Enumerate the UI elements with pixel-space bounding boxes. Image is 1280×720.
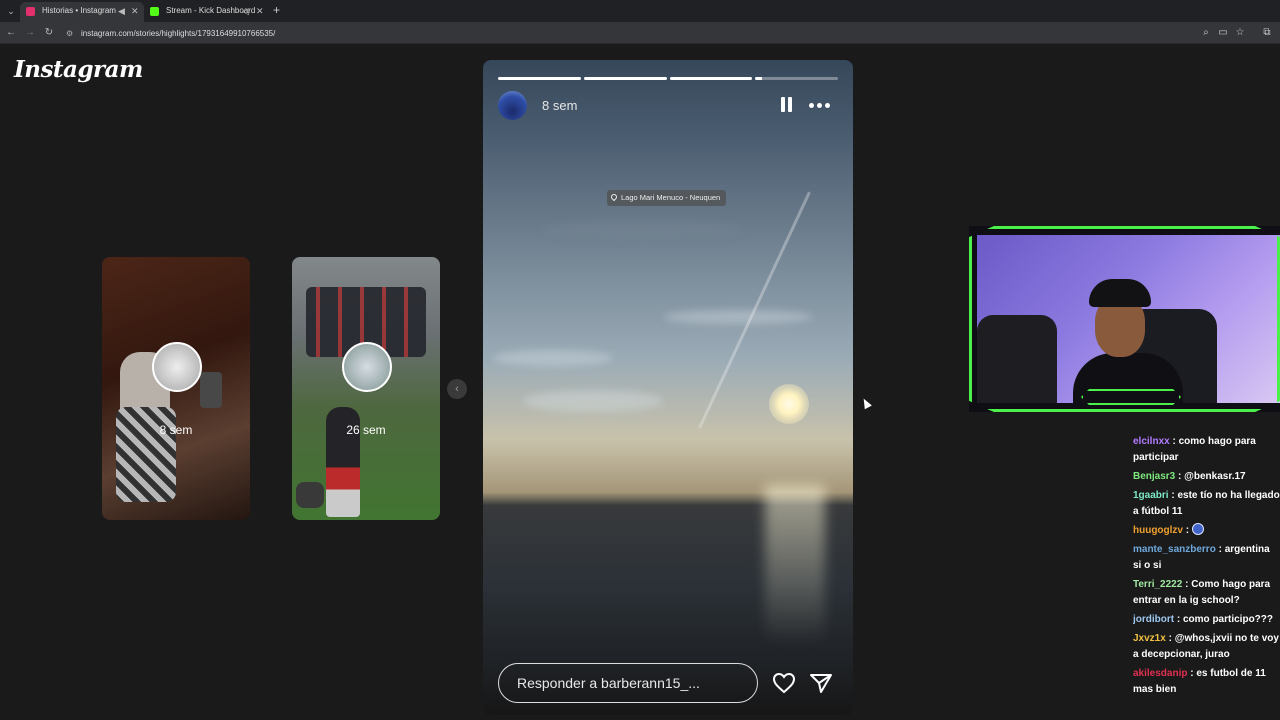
chat-username[interactable]: Jxvz1x xyxy=(1133,633,1166,644)
muted-speaker-icon[interactable]: ◁ xyxy=(242,2,249,20)
tab-instagram[interactable]: Historias • Instagram ◀︎ ✕ xyxy=(20,2,144,22)
chat-message: Benjasr3 : @benkasr.17 xyxy=(1133,471,1246,482)
story-thumbnail[interactable]: 26 sem xyxy=(292,257,440,520)
tab-search-button[interactable]: ⌄ xyxy=(4,4,18,18)
location-label: Lago Mari Menuco - Neuquen xyxy=(621,193,721,202)
story-viewer[interactable]: 8 sem Lago Mari Menuco - Neuquen Respond… xyxy=(483,60,853,715)
webcam-badge xyxy=(1081,389,1181,405)
cloud-graphic xyxy=(543,220,743,240)
like-heart-icon[interactable] xyxy=(772,671,796,695)
reply-input[interactable]: Responder a barberann15_... xyxy=(498,663,758,703)
speaker-icon[interactable]: ◀︎ xyxy=(118,2,125,20)
dot xyxy=(809,103,814,108)
webcam-overlay xyxy=(969,226,1280,412)
site-info-icon[interactable]: ⚙ xyxy=(66,26,75,41)
story-time: 8 sem xyxy=(542,98,578,113)
close-tab-icon[interactable]: ✕ xyxy=(131,2,139,20)
chat-username[interactable]: 1gaabri xyxy=(1133,490,1169,501)
chat-username[interactable]: elcilnxx xyxy=(1133,436,1170,447)
tab-kick-dashboard[interactable]: Stream - Kick Dashboard ◁ ✕ xyxy=(144,2,270,22)
reload-icon[interactable]: ↻ xyxy=(42,26,56,40)
story-author-avatar[interactable] xyxy=(498,91,527,120)
progress-segment xyxy=(498,77,581,80)
chat-message: mante_sanzberro : argentina si o si xyxy=(1133,544,1270,571)
forward-arrow-icon[interactable]: → xyxy=(23,26,37,40)
chat-message: huugoglzv : xyxy=(1133,523,1280,539)
url-field[interactable]: ⚙ instagram.com/stories/highlights/179316… xyxy=(66,26,1196,41)
progress-segment xyxy=(755,77,838,80)
kick-favicon-icon xyxy=(150,7,159,16)
new-tab-button[interactable]: + xyxy=(273,3,280,17)
thumbnail-time: 8 sem xyxy=(159,423,193,437)
progress-fill xyxy=(755,77,762,80)
chat-username[interactable]: jordibort xyxy=(1133,614,1174,625)
thumbnail-time: 26 sem xyxy=(346,423,386,437)
pause-bar xyxy=(788,97,792,112)
stream-chat: elcilnxx : como hago para participar Ben… xyxy=(1133,434,1280,720)
mouse-cursor-icon xyxy=(860,396,872,410)
chat-username[interactable]: mante_sanzberro xyxy=(1133,544,1216,555)
dot xyxy=(825,103,830,108)
chat-username[interactable]: Terri_2222 xyxy=(1133,579,1182,590)
location-pin-icon xyxy=(609,192,619,202)
sun-graphic xyxy=(769,384,809,424)
url-text: instagram.com/stories/highlights/1793164… xyxy=(81,29,276,38)
cast-icon[interactable]: ▭ xyxy=(1216,26,1230,40)
emote-icon xyxy=(1191,523,1204,535)
water-glare-graphic xyxy=(765,485,825,645)
address-bar: ← → ↻ ⚙ instagram.com/stories/highlights/… xyxy=(0,22,1280,44)
chat-message: Jxvz1x : @whos,jxvii no te voy a decepci… xyxy=(1133,633,1279,660)
progress-segment xyxy=(583,77,667,80)
cloud-graphic xyxy=(523,390,663,412)
story-progress-bar xyxy=(498,77,838,80)
chat-text: como participo??? xyxy=(1183,614,1273,625)
close-tab-icon[interactable]: ✕ xyxy=(256,2,264,20)
chat-username[interactable]: akilesdanip xyxy=(1133,668,1187,679)
previous-story-chevron-icon[interactable]: ‹ xyxy=(447,379,467,399)
chat-message: jordibort : como participo??? xyxy=(1133,614,1273,625)
bookmark-star-icon[interactable]: ☆ xyxy=(1233,26,1247,40)
progress-fill xyxy=(669,77,753,80)
dot xyxy=(817,103,822,108)
cloud-graphic xyxy=(493,350,613,366)
thumbnail-avatar xyxy=(152,342,202,392)
tab-title: Historias • Instagram xyxy=(42,6,116,15)
story-thumbnail[interactable]: 8 sem xyxy=(102,257,250,520)
instagram-logo[interactable]: Instagram xyxy=(14,56,143,83)
more-options-icon[interactable] xyxy=(809,103,831,109)
location-sticker[interactable]: Lago Mari Menuco - Neuquen xyxy=(607,190,727,206)
chat-username[interactable]: Benjasr3 xyxy=(1133,471,1175,482)
pause-icon[interactable] xyxy=(781,97,793,112)
zoom-icon[interactable]: ⌕ xyxy=(1199,26,1213,40)
instagram-favicon-icon xyxy=(26,7,35,16)
chat-message: 1gaabri : este tío no ha llegado a fútbo… xyxy=(1133,490,1280,517)
chat-username[interactable]: huugoglzv xyxy=(1133,525,1183,536)
thumbnail-avatar xyxy=(342,342,392,392)
browser-tab-bar: ⌄ Historias • Instagram ◀︎ ✕ Stream - Ki… xyxy=(0,0,1280,22)
progress-fill xyxy=(498,77,581,80)
extensions-icon[interactable]: ⧉ xyxy=(1260,26,1274,40)
progress-fill xyxy=(583,77,667,80)
pause-bar xyxy=(781,97,785,112)
chat-message: Terri_2222 : Como hago para entrar en la… xyxy=(1133,579,1271,606)
cloud-graphic xyxy=(663,310,813,324)
send-direct-icon[interactable] xyxy=(809,671,833,695)
chat-message: elcilnxx : como hago para participar xyxy=(1133,436,1256,463)
progress-segment xyxy=(669,77,753,80)
chat-message: akilesdanip : es futbol de 11 mas bien xyxy=(1133,668,1266,695)
webcam-frame-border xyxy=(969,226,1280,412)
chat-text: @benkasr.17 xyxy=(1184,471,1246,482)
back-arrow-icon[interactable]: ← xyxy=(4,26,18,40)
